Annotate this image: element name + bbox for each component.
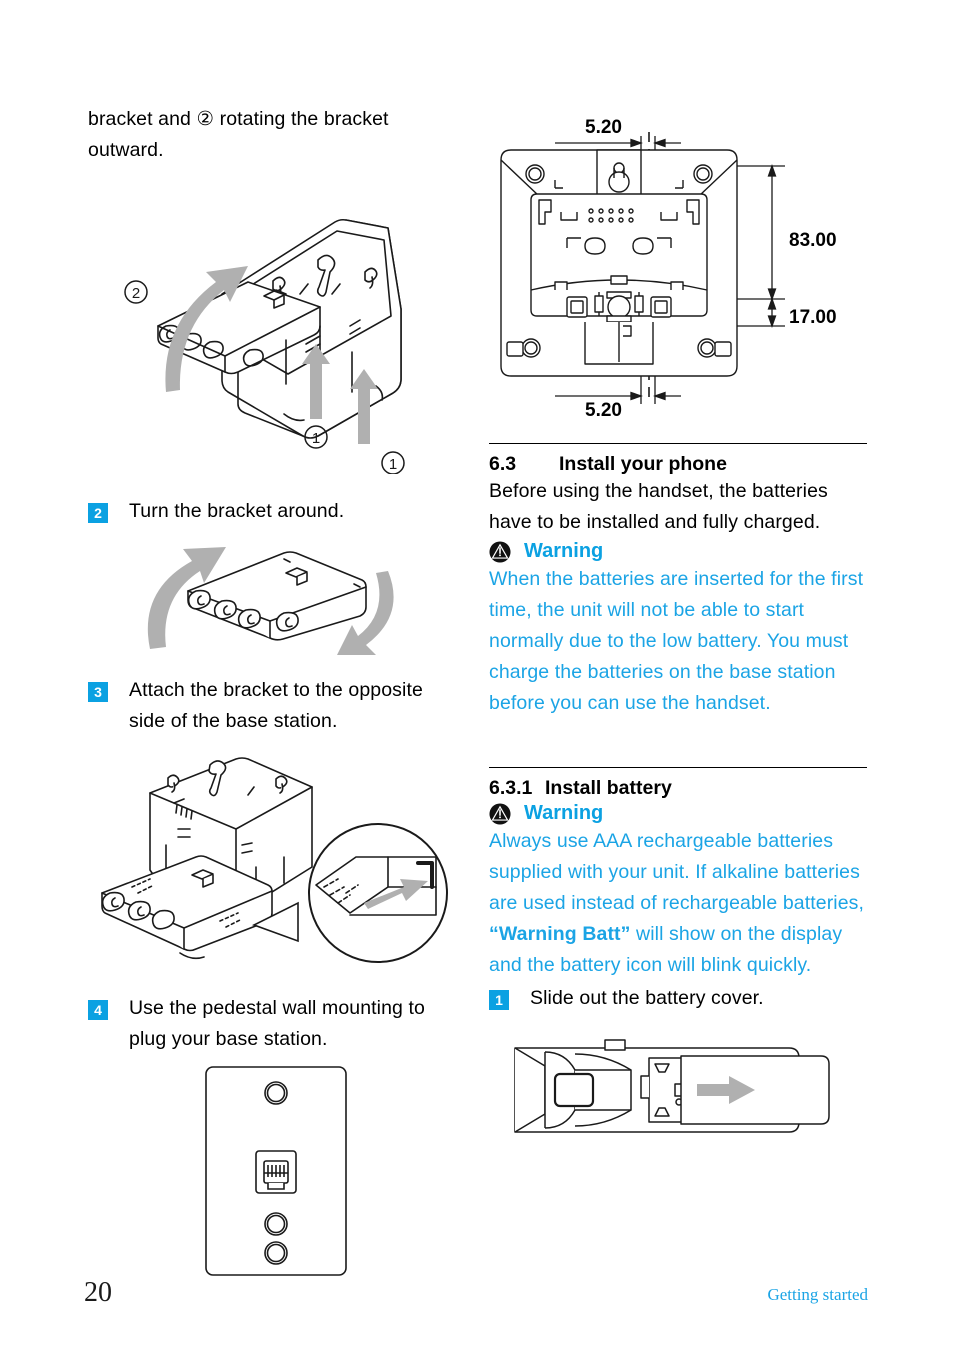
warning-icon (489, 802, 511, 825)
warning-icon (489, 540, 511, 563)
warning-text-part1: Always use AAA rechargeable batteries su… (489, 830, 865, 914)
figure-wall-plate (88, 1061, 463, 1281)
svg-text:1: 1 (389, 456, 397, 473)
dim-label-top: 5.20 (585, 117, 622, 138)
warning-header-6-3-1: Warning (489, 802, 867, 825)
step-number-badge: 2 (88, 503, 108, 523)
dim-label-17: 17.00 (789, 307, 837, 328)
bracket-attach-diagram (101, 757, 448, 963)
step-2: 2 Turn the bracket around. (88, 496, 463, 527)
warning-text-6-3-1: Always use AAA rechargeable batteries su… (489, 826, 867, 981)
heading-6-3-1-number: 6.3.1 (489, 777, 533, 799)
handset-battery-cover-slide-diagram (514, 1039, 830, 1133)
bracket-rotation-diagram (147, 547, 394, 655)
section-divider-6-3 (489, 443, 867, 444)
step-number-badge: 4 (88, 1000, 108, 1020)
right-column: 5.20 5.20 83.00 17.00 6.3 Install your p… (489, 104, 867, 1156)
section-divider-6-3-1 (489, 767, 867, 768)
warning-emphasis: “Warning Batt” (489, 923, 631, 945)
step-number-badge: 1 (489, 990, 509, 1010)
dim-label-bottom: 5.20 (585, 400, 622, 421)
document-page: bracket and ② rotating the bracket outwa… (0, 0, 954, 1348)
step-2-text: Turn the bracket around. (129, 500, 345, 522)
figure-bracket-attach (88, 745, 463, 975)
step-4: 4 Use the pedestal wall mounting to plug… (88, 993, 463, 1055)
heading-6-3-1-title: Install battery (545, 777, 672, 799)
heading-6-3: 6.3 Install your phone (489, 453, 867, 476)
step-3: 3 Attach the bracket to the opposite sid… (88, 675, 463, 737)
warning-header-6-3: Warning (489, 540, 867, 563)
warning-text-6-3: When the batteries are inserted for the … (489, 568, 864, 714)
svg-text:2: 2 (132, 285, 140, 302)
step-3-text: Attach the bracket to the opposite side … (129, 679, 423, 732)
step-number-badge: 3 (88, 682, 108, 702)
heading-6-3-1: 6.3.1 Install battery (489, 777, 867, 800)
warning-label-6-3: Warning (524, 540, 604, 562)
figure-dimension-drawing: 5.20 5.20 83.00 17.00 (489, 104, 867, 431)
wall-plate-diagram (205, 1066, 347, 1276)
section-6-3-intro: Before using the handset, the batteries … (489, 480, 828, 533)
warning-label-6-3-1: Warning (524, 802, 604, 824)
figure-battery-cover-slide (489, 1026, 867, 1156)
continued-paragraph: bracket and ② rotating the bracket outwa… (88, 108, 389, 161)
base-station-rear-dimensions: 5.20 5.20 83.00 17.00 (500, 117, 837, 421)
figure-bracket-rotation (88, 535, 463, 655)
step-4-text: Use the pedestal wall mounting to plug y… (129, 997, 425, 1050)
base-station-bracket-removal-diagram: 2 1 1 (124, 218, 405, 474)
svg-text:1: 1 (312, 430, 320, 447)
footer-section-label: Getting started (767, 1285, 868, 1304)
step-1-text: Slide out the battery cover. (530, 987, 764, 1009)
dim-label-83: 83.00 (789, 230, 837, 251)
figure-bracket-removal: 2 1 1 (88, 174, 463, 474)
step-1-battery-cover: 1 Slide out the battery cover. (489, 983, 867, 1014)
heading-6-3-title: Install your phone (559, 453, 727, 475)
page-number: 20 (84, 1277, 112, 1308)
heading-6-3-number: 6.3 (489, 453, 517, 475)
left-column: bracket and ② rotating the bracket outwa… (88, 104, 463, 1281)
